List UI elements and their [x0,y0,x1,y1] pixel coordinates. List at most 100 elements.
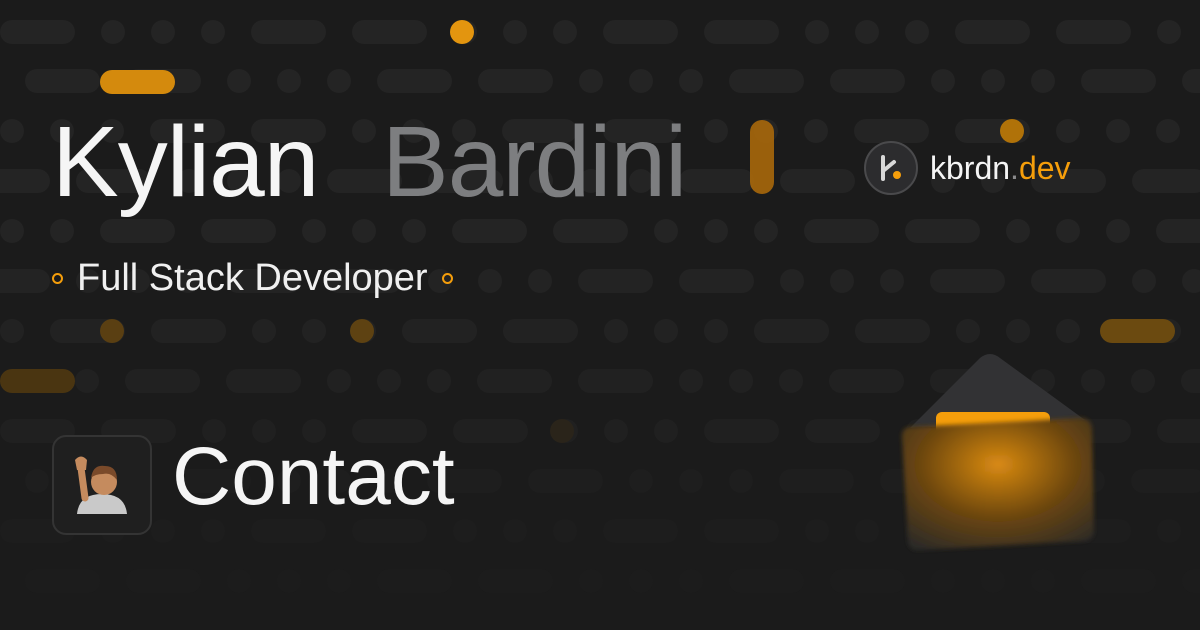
pattern-shape [1081,69,1156,93]
pattern-shape [931,69,955,93]
pattern-shape [1157,20,1181,44]
accent-dot-faint [550,419,574,443]
pattern-shape [377,369,401,393]
pattern-shape [780,169,855,193]
pattern-shape [1156,219,1200,243]
pattern-shape [855,20,879,44]
pattern-shape [679,569,703,593]
pattern-shape [25,69,100,93]
pattern-shape [729,469,753,493]
accent-dot-mid [350,319,374,343]
pattern-shape [905,219,980,243]
pattern-shape [151,319,226,343]
pattern-shape [352,20,427,44]
pattern-shape [1106,119,1130,143]
pattern-shape [679,469,703,493]
pattern-shape [779,469,854,493]
pattern-shape [1181,369,1200,393]
pattern-shape [830,269,854,293]
pattern-shape [201,20,225,44]
ring-bullet-icon [441,272,453,284]
pattern-shape [654,219,678,243]
ring-bullet-icon [52,272,63,284]
pattern-shape [1132,169,1200,193]
pattern-shape [679,369,703,393]
pattern-shape [0,319,24,343]
pattern-shape [1031,69,1055,93]
pattern-shape [227,569,251,593]
pattern-shape [503,519,527,543]
pattern-shape [1106,219,1130,243]
pattern-shape [1182,269,1200,293]
pattern-shape [629,469,653,493]
role-text: Full Stack Developer [77,257,428,299]
pattern-shape [629,69,653,93]
pattern-shape [101,20,125,44]
pattern-shape [0,169,50,193]
pattern-shape [704,419,779,443]
pattern-shape [905,20,929,44]
pattern-shape [478,569,553,593]
pattern-shape [251,20,326,44]
pattern-shape [855,519,879,543]
brand-link[interactable]: kbrdn.dev [864,140,1071,196]
pattern-shape [453,519,477,543]
pattern-shape [880,269,904,293]
pattern-shape [981,69,1005,93]
pattern-shape [1157,519,1181,543]
pattern-shape [1081,569,1156,593]
pattern-shape [1182,569,1200,593]
accent-bar-vertical [750,120,774,194]
pattern-shape [578,369,653,393]
pattern-shape [654,419,678,443]
pattern-shape [151,20,175,44]
pattern-shape [201,519,225,543]
pattern-shape [402,219,426,243]
first-name: Kylian [52,106,319,218]
accent-dot-top [450,20,474,44]
pattern-shape [453,419,528,443]
pattern-shape [0,219,24,243]
accent-pill-top-left [100,70,175,94]
pattern-shape [251,519,326,543]
pattern-shape [830,569,905,593]
pattern-shape [579,69,603,93]
pattern-shape [704,519,779,543]
pattern-shape [151,519,175,543]
pattern-shape [277,569,301,593]
pattern-shape [704,219,728,243]
accent-dot-mid-left [100,319,124,343]
pattern-shape [729,69,804,93]
pattern-shape [604,419,628,443]
pattern-shape [1031,269,1106,293]
pattern-shape [930,269,1005,293]
pattern-shape [780,269,804,293]
pattern-shape [553,519,577,543]
brand-separator: . [1010,150,1019,186]
pattern-shape [804,119,828,143]
pattern-shape [805,20,829,44]
pattern-shape [679,169,754,193]
pattern-shape [478,69,553,93]
pattern-shape [830,69,905,93]
pattern-shape [1006,219,1030,243]
pattern-shape [754,319,829,343]
pattern-shape [478,269,502,293]
pattern-shape [1131,369,1155,393]
pattern-shape [427,369,451,393]
pattern-shape [629,569,653,593]
pattern-shape [528,269,552,293]
pattern-shape [1056,20,1131,44]
pattern-shape [955,20,1030,44]
role-line: Full Stack Developer [52,254,453,302]
pattern-shape [352,119,376,143]
pattern-shape [654,319,678,343]
kbrdn-logo-icon [864,141,918,195]
pattern-shape [402,319,477,343]
pattern-shape [1056,219,1080,243]
pattern-shape [679,69,703,93]
pattern-shape [1156,119,1180,143]
pattern-shape [302,219,326,243]
pattern-shape [578,269,653,293]
pattern-shape [0,20,75,44]
